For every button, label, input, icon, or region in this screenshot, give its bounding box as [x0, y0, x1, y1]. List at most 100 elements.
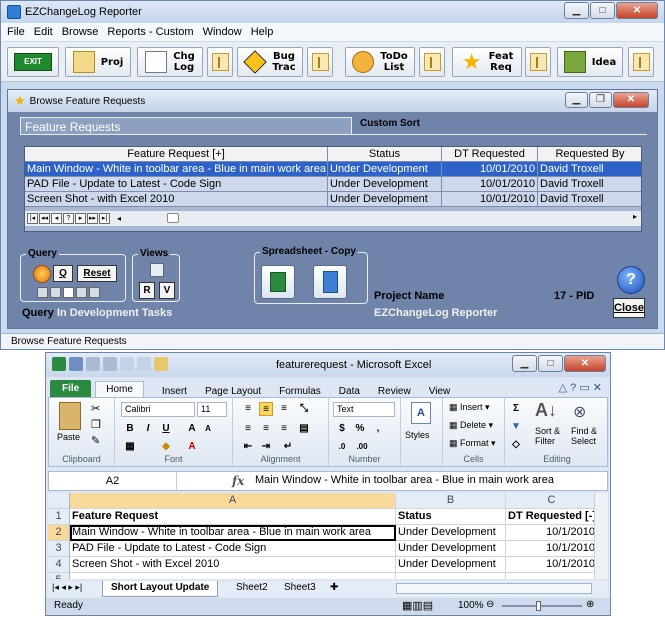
locate-button[interactable]: ?	[63, 213, 74, 224]
query-q-button[interactable]: Q	[53, 265, 73, 282]
fx-icon[interactable]: fx	[232, 474, 244, 488]
zoom-in-icon[interactable]: ⊕	[586, 599, 594, 610]
currency-icon[interactable]: $	[335, 422, 349, 436]
align-left-icon[interactable]: ≡	[241, 422, 255, 436]
featreq-report-button[interactable]	[525, 47, 551, 77]
chglog-report-button[interactable]	[207, 47, 233, 77]
menu-window[interactable]: Window	[203, 26, 242, 38]
horizontal-scrollbar[interactable]	[396, 583, 592, 594]
query-last-icon[interactable]	[89, 287, 100, 298]
tab-data[interactable]: Data	[339, 386, 360, 397]
ribbon-help-icons[interactable]: △ ? ▭ ✕	[559, 381, 602, 394]
increase-indent-icon[interactable]: ⇥	[259, 440, 273, 454]
scroll-left-icon[interactable]: ◂	[117, 214, 121, 223]
cell-a2[interactable]: Main Window - White in toolbar area - Bl…	[70, 525, 396, 541]
excel-close-button[interactable]: ✕	[564, 355, 606, 372]
tab-formulas[interactable]: Formulas	[279, 386, 321, 397]
format-cells-button[interactable]: ▦ Format ▾	[449, 438, 496, 449]
column-header-requested-by[interactable]: Requested By	[538, 147, 641, 162]
next-record-button[interactable]: ▸	[75, 213, 86, 224]
comma-icon[interactable]: ,	[371, 422, 385, 436]
cell-b3[interactable]: Under Development	[396, 541, 506, 557]
cell-c3[interactable]: 10/1/2010	[506, 541, 598, 557]
delete-cells-button[interactable]: ▦ Delete ▾	[449, 420, 493, 431]
query-edit-icon[interactable]	[63, 287, 74, 298]
menu-file[interactable]: File	[7, 26, 25, 38]
prev-page-button[interactable]: ◂◂	[39, 213, 50, 224]
menu-help[interactable]: Help	[251, 26, 274, 38]
align-top-icon[interactable]: ≡	[241, 402, 255, 416]
views-v-button[interactable]: V	[159, 282, 175, 299]
prev-record-button[interactable]: ◂	[51, 213, 62, 224]
font-size-box[interactable]: 11	[197, 402, 227, 417]
fill-color-icon[interactable]: ◆	[159, 440, 173, 454]
save-icon[interactable]	[69, 357, 83, 371]
menu-browse[interactable]: Browse	[62, 26, 99, 38]
font-color-icon[interactable]: A	[185, 440, 199, 454]
cell-a3[interactable]: PAD File - Update to Latest - Code Sign	[70, 541, 396, 557]
sheet-tab-sheet2[interactable]: Sheet2	[228, 581, 276, 597]
next-page-button[interactable]: ▸▸	[87, 213, 98, 224]
query-first-icon[interactable]	[37, 287, 48, 298]
clear-icon[interactable]: ◇	[509, 438, 523, 452]
open-icon[interactable]	[154, 357, 168, 371]
percent-icon[interactable]: %	[353, 422, 367, 436]
idea-report-button[interactable]	[628, 47, 654, 77]
excel-minimize-button[interactable]: ▁	[512, 355, 537, 372]
number-format-box[interactable]: Text	[333, 402, 395, 417]
bold-button[interactable]: B	[123, 422, 137, 436]
cell-b2[interactable]: Under Development	[396, 525, 506, 541]
decrease-decimal-icon[interactable]: .00	[355, 440, 369, 454]
last-record-button[interactable]: ▸|	[99, 213, 110, 224]
todo-button[interactable]: ToDo List	[345, 47, 415, 77]
excel-export-icon[interactable]	[261, 265, 295, 299]
sort-filter-icon[interactable]: A↓	[535, 400, 557, 421]
column-header-status[interactable]: Status	[328, 147, 442, 162]
row-header[interactable]: 4	[48, 557, 70, 573]
tab-page-layout[interactable]: Page Layout	[205, 386, 261, 397]
insert-cells-button[interactable]: ▦ Insert ▾	[449, 402, 490, 413]
align-right-icon[interactable]: ≡	[277, 422, 291, 436]
cell-a5[interactable]	[70, 573, 396, 579]
query-icon[interactable]	[33, 265, 51, 283]
name-box[interactable]: A2	[49, 472, 177, 490]
tab-review[interactable]: Review	[378, 386, 411, 397]
horizontal-scroll-thumb[interactable]	[167, 213, 179, 223]
first-record-button[interactable]: |◂	[27, 213, 38, 224]
fill-icon[interactable]: ▼	[509, 420, 523, 434]
scroll-right-icon[interactable]: ▸	[633, 212, 637, 221]
column-header-b[interactable]: B	[396, 493, 506, 509]
sheet-nav-icons[interactable]: |◂ ◂ ▸ ▸|	[52, 582, 82, 593]
help-button[interactable]: ?	[617, 266, 645, 294]
maximize-button[interactable]: □	[590, 2, 615, 19]
cell-c2[interactable]: 10/1/2010	[506, 525, 598, 541]
format-painter-icon[interactable]: ✎	[91, 434, 100, 447]
idea-button[interactable]: Idea	[557, 47, 623, 77]
cell-c5[interactable]	[506, 573, 598, 579]
find-binoculars-icon[interactable]: ⊗	[573, 402, 586, 422]
select-all-corner[interactable]	[48, 493, 70, 509]
align-middle-icon[interactable]: ≡	[259, 402, 273, 416]
styles-label[interactable]: Styles	[405, 430, 430, 440]
autosum-icon[interactable]: Σ	[509, 402, 523, 416]
query-next-icon[interactable]	[76, 287, 87, 298]
new-sheet-icon[interactable]: ✚	[322, 581, 346, 597]
row-header[interactable]: 5	[48, 573, 70, 579]
child-close-button[interactable]: ✕	[613, 92, 649, 108]
view-mode-icons[interactable]: ▦▥▤	[402, 599, 433, 612]
decrease-indent-icon[interactable]: ⇤	[241, 440, 255, 454]
bugtrac-report-button[interactable]	[307, 47, 333, 77]
grid-row[interactable]: PAD File - Update to Latest - Code Sign …	[25, 177, 641, 192]
tab-insert[interactable]: Insert	[162, 386, 187, 397]
child-minimize-button[interactable]: ▁	[565, 92, 588, 108]
cut-icon[interactable]: ✂	[91, 402, 100, 415]
increase-decimal-icon[interactable]: .0	[335, 440, 349, 454]
close-button[interactable]: Close	[613, 298, 645, 318]
align-bottom-icon[interactable]: ≡	[277, 402, 291, 416]
sheet-tab-short-layout-update[interactable]: Short Layout Update	[102, 581, 219, 597]
feature-requests-grid[interactable]: Feature Request [+] Status DT Requested …	[24, 146, 642, 232]
views-r-button[interactable]: R	[139, 282, 155, 299]
excel-maximize-button[interactable]: □	[538, 355, 563, 372]
worksheet[interactable]: A B C 1 Feature Request Status DT Reques…	[48, 493, 608, 579]
zoom-slider[interactable]	[502, 605, 582, 607]
